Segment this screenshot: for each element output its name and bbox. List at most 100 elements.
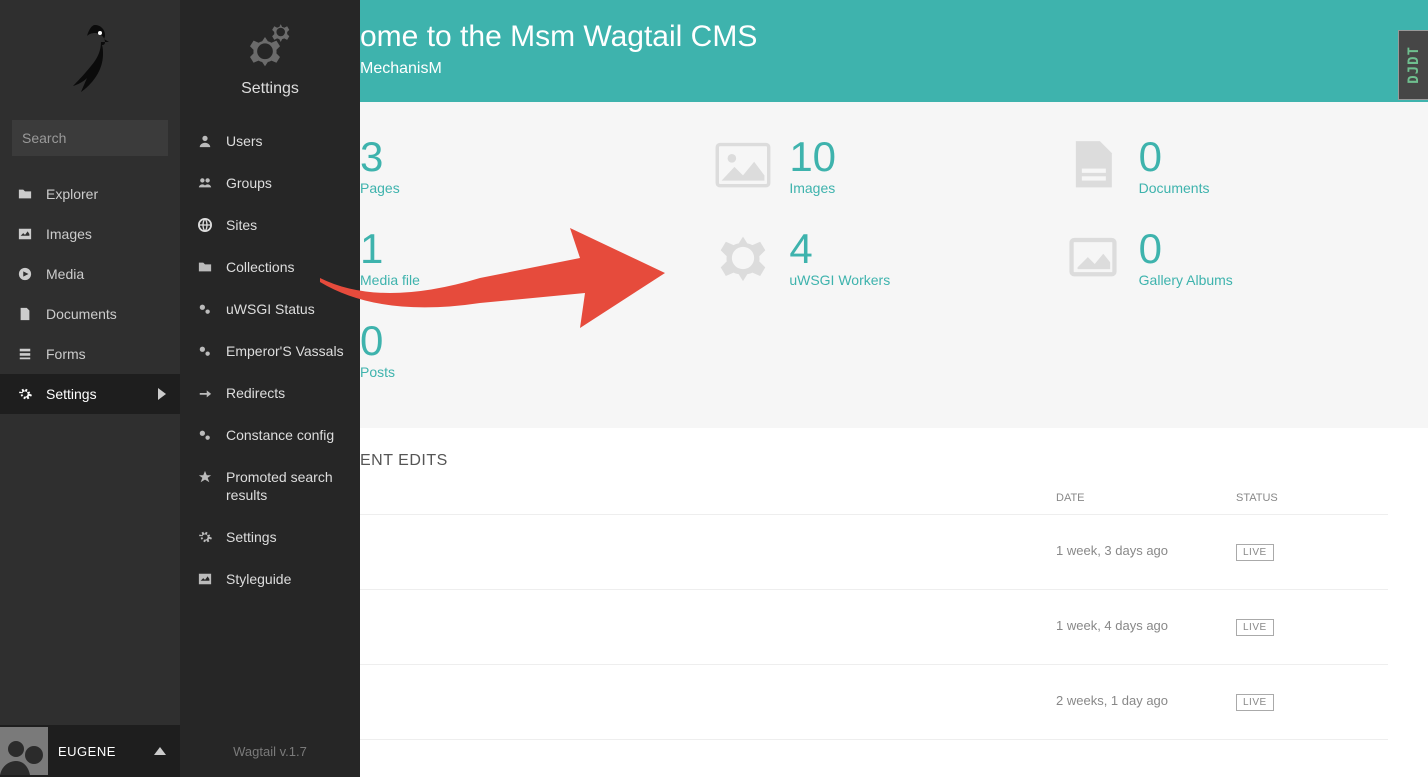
submenu-item-label: Emperor'S Vassals [226,342,346,360]
col-title [360,482,1048,515]
stat-images[interactable]: 10Images [709,130,1038,202]
submenu-item-label: Settings [226,528,346,546]
status-badge: LIVE [1236,544,1274,561]
col-date: DATE [1048,482,1228,515]
group-icon [194,176,216,190]
submenu-item-label: Sites [226,216,346,234]
folder-icon [194,260,216,274]
stat-value: 0 [1139,136,1210,178]
submenu-item-settings2[interactable]: Settings [180,516,360,558]
gears-icon [245,22,295,72]
sidebar-item-media[interactable]: Media [0,254,180,294]
cell-date: 1 week, 4 days ago [1048,590,1228,665]
sidebar-item-images[interactable]: Images [0,214,180,254]
search-box[interactable] [12,120,168,156]
cell-title [360,665,1048,740]
page-subtitle: MechanisM [360,60,1388,78]
table-row[interactable]: 1 week, 4 days ago LIVE [360,590,1388,665]
submenu-item-constance[interactable]: Constance config [180,414,360,456]
sidebar-item-label: Images [46,226,92,242]
sidebar-item-label: Documents [46,306,117,322]
status-badge: LIVE [1236,619,1274,636]
doc-icon [1059,134,1127,198]
submenu-item-label: Users [226,132,346,150]
chevron-right-icon [158,388,166,400]
stat-uwsgi-workers[interactable]: 4uWSGI Workers [709,222,1038,294]
status-badge: LIVE [1236,694,1274,711]
stat-value: 0 [1139,228,1233,270]
gear-icon [194,530,216,544]
settings-submenu: Settings Users Groups Sites Collections uWSG… [180,0,360,777]
image-icon [194,572,216,586]
star-icon [194,470,216,484]
redirect-icon [194,386,216,400]
submenu-item-sites[interactable]: Sites [180,204,360,246]
avatar [0,727,48,775]
sidebar: Explorer Images Media Documents Forms Setting… [0,0,180,777]
stat-label: Posts [360,364,395,380]
recent-edits-heading: ENT EDITS [360,452,1388,470]
play-icon [14,267,36,281]
nav: Explorer Images Media Documents Forms Setting… [0,174,180,725]
chevron-up-icon [154,747,166,755]
cell-date: 2 weeks, 1 day ago [1048,665,1228,740]
submenu-item-uwsgi[interactable]: uWSGI Status [180,288,360,330]
gears-icon [194,302,216,316]
cell-status: LIVE [1228,515,1388,590]
submenu-item-collections[interactable]: Collections [180,246,360,288]
user-name: EUGENE [58,744,116,759]
submenu-item-promoted[interactable]: Promoted search results [180,456,360,516]
stat-label: Documents [1139,180,1210,196]
search-input[interactable] [22,130,203,146]
cell-status: LIVE [1228,590,1388,665]
hero: ome to the Msm Wagtail CMS MechanisM [180,0,1428,102]
stat-value: 10 [789,136,836,178]
gears-icon [194,428,216,442]
sidebar-item-label: Media [46,266,84,282]
submenu-list: Users Groups Sites Collections uWSGI Status E… [180,120,360,726]
wagtail-logo[interactable] [0,0,180,120]
col-status: STATUS [1228,482,1388,515]
stats-grid: 3 Pages 10Images 0 Documents 1Media file 4uWSG… [180,102,1428,428]
cell-date: 1 week, 3 days ago [1048,515,1228,590]
table-row[interactable]: 2 weeks, 1 day ago LIVE [360,665,1388,740]
user-row[interactable]: EUGENE [0,725,180,777]
submenu-item-users[interactable]: Users [180,120,360,162]
submenu-item-styleguide[interactable]: Styleguide [180,558,360,600]
stat-gallery-albums[interactable]: 0Gallery Albums [1059,222,1388,294]
submenu-title: Settings [241,80,299,98]
stat-value: 0 [360,320,395,362]
stat-posts[interactable]: 0 Posts [360,314,689,386]
django-debug-toolbar-toggle[interactable]: DJDT [1398,30,1428,100]
recent-edits: ENT EDITS DATE STATUS 1 week, 3 days ago… [180,428,1428,740]
version-label: Wagtail v.1.7 [180,726,360,777]
user-icon [194,134,216,148]
stat-value: 3 [360,136,400,178]
stat-documents[interactable]: 0 Documents [1059,130,1388,202]
submenu-item-label: Collections [226,258,346,276]
submenu-item-label: Redirects [226,384,346,402]
sidebar-item-forms[interactable]: Forms [0,334,180,374]
sidebar-item-explorer[interactable]: Explorer [0,174,180,214]
sidebar-item-settings[interactable]: Settings [0,374,180,414]
image-icon [709,134,777,198]
stat-pages[interactable]: 3 Pages [360,130,689,202]
submenu-item-emperor[interactable]: Emperor'S Vassals [180,330,360,372]
stat-label: Pages [360,180,400,196]
submenu-item-label: Groups [226,174,346,192]
submenu-item-groups[interactable]: Groups [180,162,360,204]
stat-media-file[interactable]: 1Media file [360,222,689,294]
submenu-item-label: uWSGI Status [226,300,346,318]
djdt-label: DJDT [1406,46,1422,84]
sidebar-item-documents[interactable]: Documents [0,294,180,334]
submenu-item-label: Constance config [226,426,346,444]
submenu-item-redirects[interactable]: Redirects [180,372,360,414]
form-icon [14,347,36,361]
sidebar-item-label: Settings [46,386,97,402]
main-panel: ome to the Msm Wagtail CMS MechanisM 3 Pa… [180,0,1428,777]
gallery-icon [1059,226,1127,290]
sidebar-item-label: Forms [46,346,86,362]
stat-label: uWSGI Workers [789,272,890,288]
table-row[interactable]: 1 week, 3 days ago LIVE [360,515,1388,590]
globe-icon [194,218,216,232]
